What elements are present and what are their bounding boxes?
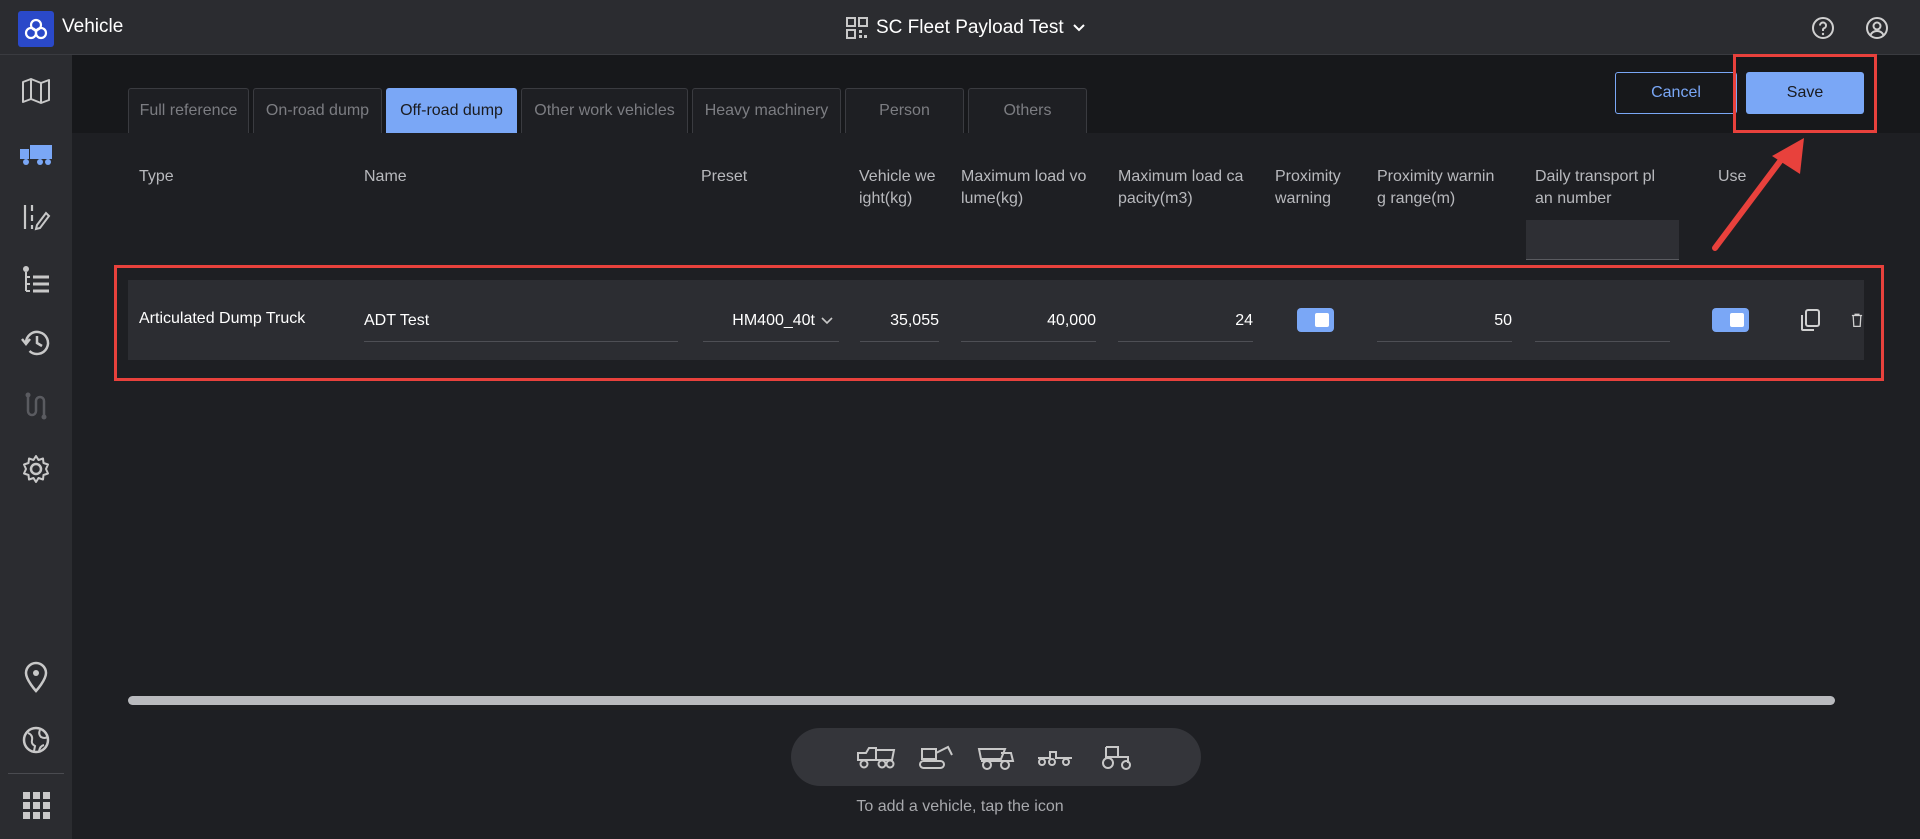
sidebar-item-history[interactable] bbox=[14, 321, 58, 365]
header-line: ight(kg) bbox=[859, 190, 913, 207]
tab-others[interactable]: Others bbox=[968, 88, 1087, 133]
header-line: Daily transport pl bbox=[1535, 168, 1656, 185]
header-line: Proximity warnin bbox=[1377, 168, 1495, 185]
header-proximity-warning: Proximity warning bbox=[1275, 166, 1341, 210]
vehicle-category-tabs: Full reference On-road dump Off-road dum… bbox=[128, 88, 1087, 133]
header-max-capacity: Maximum load ca pacity(m3) bbox=[1118, 166, 1243, 210]
header-daily-transport: Daily transport pl an number bbox=[1535, 166, 1655, 210]
add-vehicle-hint: To add a vehicle, tap the icon bbox=[856, 798, 1064, 815]
cancel-button[interactable]: Cancel bbox=[1615, 72, 1737, 114]
annotation-arrow-icon bbox=[1712, 138, 1804, 251]
sidebar-item-globe[interactable] bbox=[14, 718, 58, 762]
app-title: Vehicle bbox=[62, 16, 124, 37]
add-vehicle-bar bbox=[791, 728, 1201, 786]
location-pin-icon bbox=[24, 661, 48, 693]
tab-on-road-dump[interactable]: On-road dump bbox=[253, 88, 382, 133]
route-icon bbox=[25, 392, 47, 420]
header-vehicle-weight: Vehicle we ight(kg) bbox=[859, 166, 936, 210]
header-max-volume: Maximum load vo lume(kg) bbox=[961, 166, 1086, 210]
add-off-road-dump-icon[interactable] bbox=[975, 742, 1017, 772]
add-dump-truck-icon[interactable] bbox=[855, 742, 897, 772]
account-icon[interactable] bbox=[1864, 15, 1890, 41]
chevron-down-icon bbox=[1072, 24, 1085, 32]
app-logo[interactable] bbox=[18, 11, 54, 47]
header-line: an number bbox=[1535, 190, 1612, 207]
help-icon[interactable] bbox=[1810, 15, 1836, 41]
sidebar bbox=[0, 55, 72, 839]
tab-other-work-vehicles[interactable]: Other work vehicles bbox=[521, 88, 688, 133]
header-line: warning bbox=[1275, 190, 1332, 207]
sidebar-item-edit-routes[interactable] bbox=[14, 195, 58, 239]
add-excavator-icon[interactable] bbox=[915, 742, 957, 772]
tab-off-road-dump[interactable]: Off-road dump bbox=[386, 88, 517, 133]
tab-full-reference[interactable]: Full reference bbox=[128, 88, 249, 133]
globe-icon bbox=[22, 726, 50, 754]
project-name: SC Fleet Payload Test bbox=[876, 17, 1064, 38]
sidebar-divider bbox=[8, 773, 64, 774]
gear-icon bbox=[23, 455, 49, 483]
header-preset: Preset bbox=[701, 168, 748, 185]
add-trailer-icon[interactable] bbox=[1035, 742, 1077, 772]
header-line: Maximum load ca bbox=[1118, 168, 1244, 185]
header-line: Vehicle we bbox=[859, 168, 936, 185]
header-line: g range(m) bbox=[1377, 190, 1456, 207]
header-line: Maximum load vo bbox=[961, 168, 1087, 185]
header-use: Use bbox=[1718, 168, 1747, 185]
horizontal-scrollbar[interactable] bbox=[128, 696, 1835, 705]
history-icon bbox=[21, 330, 50, 356]
tab-heavy-machinery[interactable]: Heavy machinery bbox=[692, 88, 841, 133]
route-edit-icon bbox=[23, 205, 51, 231]
truck-icon bbox=[20, 145, 52, 165]
sidebar-item-map[interactable] bbox=[14, 69, 58, 113]
sidebar-item-location[interactable] bbox=[14, 655, 58, 699]
header-line: Proximity bbox=[1275, 168, 1341, 185]
header-proximity-range: Proximity warnin g range(m) bbox=[1377, 166, 1494, 210]
sidebar-item-settings[interactable] bbox=[14, 447, 58, 491]
sidebar-item-vehicle[interactable] bbox=[14, 132, 58, 176]
list-tree-icon bbox=[23, 266, 49, 293]
header-type: Type bbox=[139, 168, 174, 185]
add-tractor-icon[interactable] bbox=[1095, 742, 1137, 772]
header-line: lume(kg) bbox=[961, 190, 1024, 207]
sidebar-item-list[interactable] bbox=[14, 258, 58, 302]
sidebar-item-route[interactable] bbox=[14, 384, 58, 428]
header-name: Name bbox=[364, 168, 407, 185]
tab-person[interactable]: Person bbox=[845, 88, 964, 133]
header-line: pacity(m3) bbox=[1118, 190, 1193, 207]
top-bar: Vehicle SC Fleet Payload Test bbox=[0, 0, 1920, 55]
daily-transport-filter-input[interactable] bbox=[1526, 220, 1679, 260]
row-highlight-box bbox=[114, 265, 1884, 381]
project-selector[interactable]: SC Fleet Payload Test bbox=[846, 15, 1086, 41]
logo-icon bbox=[24, 18, 48, 40]
qr-code-icon bbox=[846, 17, 868, 39]
save-highlight-box bbox=[1733, 54, 1877, 133]
map-icon bbox=[22, 78, 50, 104]
